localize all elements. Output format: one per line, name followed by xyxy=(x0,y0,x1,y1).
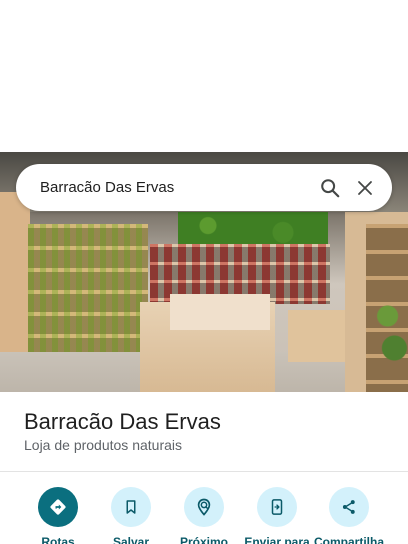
save-circle xyxy=(111,487,151,527)
directions-icon xyxy=(50,499,66,515)
nearby-icon xyxy=(197,498,211,516)
send-to-phone-circle xyxy=(257,487,297,527)
search-icon xyxy=(321,179,340,198)
place-category[interactable]: Loja de produtos naturais xyxy=(24,437,182,453)
clear-search-button[interactable] xyxy=(345,168,385,208)
share-label: Compartilha xyxy=(313,535,384,544)
map-area[interactable] xyxy=(0,0,408,152)
nearby-circle xyxy=(184,487,224,527)
photo-counter-top xyxy=(170,294,270,330)
send-to-phone-icon xyxy=(271,499,283,515)
photo-green-wall xyxy=(178,212,328,246)
share-icon xyxy=(342,500,355,514)
close-icon xyxy=(358,181,372,195)
bookmark-icon xyxy=(126,500,136,514)
place-title: Barracão Das Ervas xyxy=(24,409,221,434)
divider xyxy=(0,471,408,472)
share-circle xyxy=(329,487,369,527)
photo-plant xyxy=(374,292,408,372)
search-button[interactable] xyxy=(310,168,350,208)
directions-circle xyxy=(38,487,78,527)
share-button[interactable]: Compartilha xyxy=(309,487,389,544)
search-bar[interactable]: Barracão Das Ervas xyxy=(16,164,392,211)
